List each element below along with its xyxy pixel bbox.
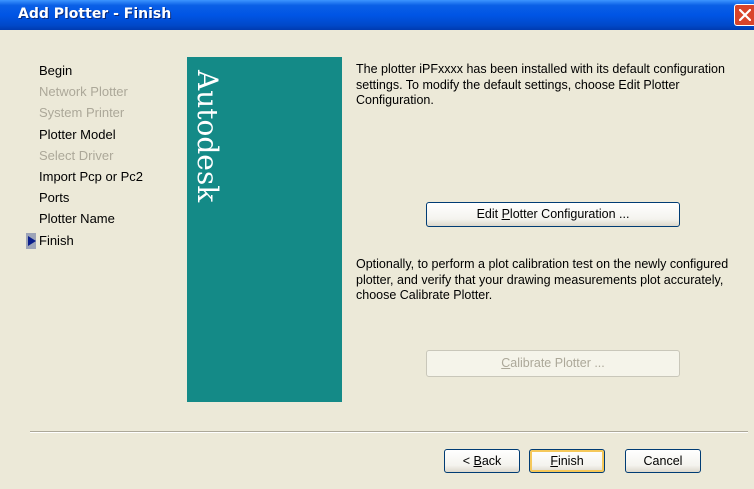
close-button[interactable] — [734, 4, 754, 26]
back-button[interactable]: < Back — [444, 449, 520, 473]
wizard-steps: Begin Network Plotter System Printer Plo… — [39, 60, 143, 251]
close-icon — [739, 9, 751, 21]
step-import-pcp: Import Pcp or Pc2 — [39, 168, 144, 184]
autodesk-logo: Autodesk — [190, 68, 228, 248]
step-finish: Finish — [39, 232, 74, 248]
footer-separator — [30, 431, 748, 433]
title-bar[interactable]: Add Plotter - Finish — [0, 0, 754, 30]
calibrate-message: Optionally, to perform a plot calibratio… — [356, 257, 729, 302]
window-title: Add Plotter - Finish — [18, 6, 172, 22]
step-ports: Ports — [39, 190, 70, 206]
svg-text:Autodesk: Autodesk — [191, 69, 224, 203]
calibrate-plotter-button[interactable]: Calibrate Plotter ... — [426, 350, 680, 377]
step-plotter-name: Plotter Name — [39, 211, 115, 227]
installed-message: The plotter iPFxxxx has been installed w… — [356, 62, 725, 107]
step-begin: Begin — [39, 63, 73, 78]
cancel-button[interactable]: Cancel — [625, 449, 701, 473]
current-step-arrow-icon — [26, 233, 36, 249]
step-system-printer: System Printer — [39, 105, 125, 121]
edit-plotter-configuration-button[interactable]: Edit Plotter Configuration ... — [426, 202, 680, 227]
add-plotter-dialog: Add Plotter - Finish Begin Network Plott… — [0, 0, 754, 489]
step-select-driver: Select Driver — [39, 147, 114, 163]
step-network-plotter: Network Plotter — [39, 84, 128, 100]
finish-button[interactable]: Finish — [529, 449, 605, 473]
step-plotter-model: Plotter Model — [39, 126, 116, 142]
